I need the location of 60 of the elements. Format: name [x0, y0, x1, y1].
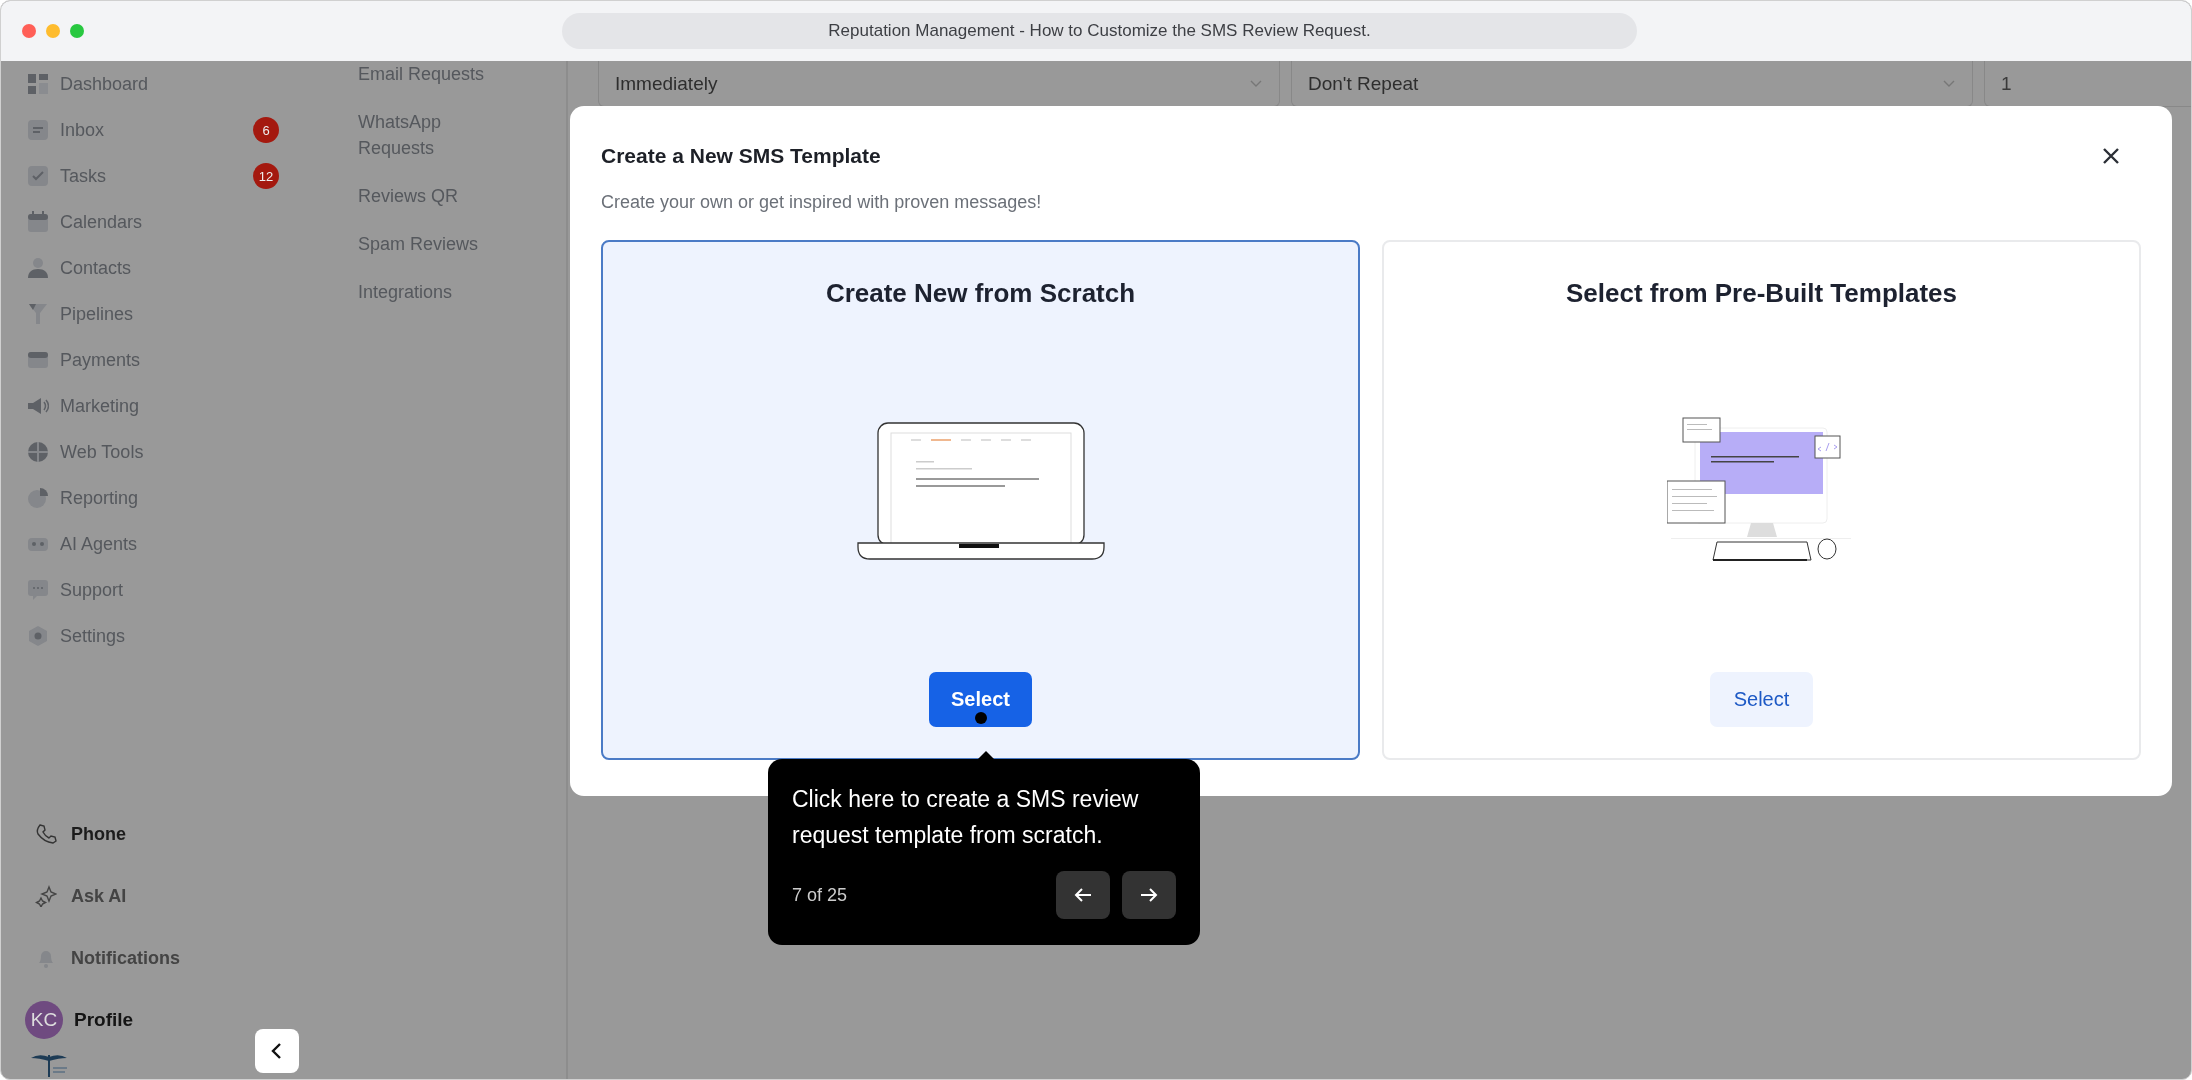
next-button[interactable]	[1122, 871, 1176, 919]
calendar-icon	[27, 211, 49, 233]
nav-item[interactable]: Support	[1, 567, 331, 613]
nav-item[interactable]: Calendars	[1, 199, 331, 245]
card-icon	[27, 349, 49, 371]
inbox-icon	[27, 119, 49, 141]
option-card[interactable]: Select from Pre-Built Templates Select	[1382, 240, 2141, 760]
count-badge: 12	[253, 163, 279, 189]
collapse-button[interactable]	[255, 1029, 299, 1073]
step-counter: 7 of 25	[792, 884, 848, 906]
nav-item[interactable]: Marketing	[1, 383, 331, 429]
tooltip-text: Click here to create a SMS review request template from scratch.	[792, 785, 1140, 850]
window-title: Reputation Management - How to Customize the SMS Review Request.	[828, 21, 1371, 41]
dropdown-field[interactable]: Immediately	[598, 61, 1280, 107]
avatar: KC	[25, 1001, 63, 1039]
dropdown-field[interactable]: Don't Repeat	[1291, 61, 1973, 107]
nav-item[interactable]: Contacts	[1, 245, 331, 291]
nav-item[interactable]: Dashboard	[1, 61, 331, 107]
phone-icon	[35, 823, 57, 845]
globe-icon	[27, 441, 49, 463]
chat-bubble-icon	[27, 579, 49, 601]
nav-item[interactable]: Ask AI	[1, 865, 331, 927]
settings-icon	[27, 625, 49, 647]
funnel-icon	[27, 303, 49, 325]
chevron-down-icon	[1249, 78, 1263, 89]
previous-button[interactable]	[1056, 871, 1110, 919]
profile-item[interactable]: KC Profile	[1, 989, 331, 1051]
close-button[interactable]	[22, 24, 36, 38]
select-button[interactable]: Select	[929, 672, 1032, 727]
nav-item[interactable]: Web Tools	[1, 429, 331, 475]
subnav-item[interactable]: Integrations	[358, 279, 508, 305]
subnav-item[interactable]: Spam Reviews	[358, 231, 508, 257]
option-card[interactable]: Create New from Scratch Select	[601, 240, 1360, 760]
chevron-down-icon	[1942, 78, 1956, 89]
subnav-item[interactable]: Email Requests	[358, 61, 508, 87]
card-title: Create New from Scratch	[825, 278, 1136, 309]
card-title: Select from Pre-Built Templates	[1565, 278, 1958, 309]
subnav-item[interactable]: Reviews QR	[358, 183, 508, 209]
modal-subtitle: Create your own or get inspired with proven messages!	[601, 192, 1043, 213]
count-badge: 6	[253, 117, 279, 143]
nav-item[interactable]: Reporting	[1, 475, 331, 521]
nav-item[interactable]: Pipelines	[1, 291, 331, 337]
sparkles-icon	[35, 885, 57, 907]
nav-item[interactable]: Notifications	[1, 927, 331, 989]
nav-item[interactable]: AI Agents	[1, 521, 331, 567]
person-icon	[27, 257, 49, 279]
nav-item[interactable]: Payments	[1, 337, 331, 383]
subnav-item[interactable]: WhatsApp Requests	[358, 109, 508, 161]
megaphone-icon	[27, 395, 49, 417]
close-icon[interactable]	[2101, 146, 2121, 166]
nav-item[interactable]: Tasks 12	[1, 153, 331, 199]
nav-item[interactable]: Settings	[1, 613, 331, 659]
pie-chart-icon	[27, 487, 49, 509]
nav-item[interactable]: Phone	[1, 803, 331, 865]
nav-item[interactable]: Inbox 6	[1, 107, 331, 153]
number-field[interactable]: 1	[1984, 61, 2191, 107]
modal-title: Create a New SMS Template	[601, 144, 881, 168]
select-button[interactable]: Select	[1710, 672, 1813, 727]
checkbox-icon	[27, 165, 49, 187]
dashboard-icon	[27, 73, 49, 95]
